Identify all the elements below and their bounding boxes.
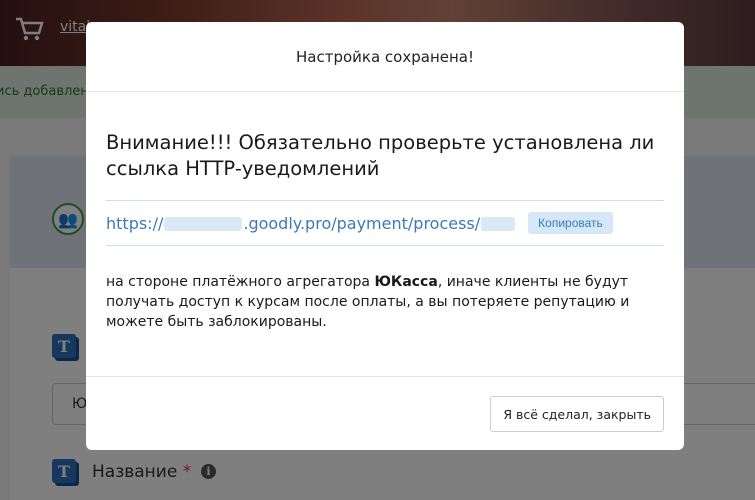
url-prefix: https://	[106, 213, 164, 233]
redacted-subdomain	[164, 217, 243, 231]
notice-text: на стороне платёжного агрегатора ЮКасса,…	[106, 272, 664, 332]
notice-before: на стороне платёжного агрегатора	[106, 274, 375, 290]
modal-footer: Я всё сделал, закрыть	[86, 376, 684, 450]
modal-body: Внимание!!! Обязательно проверьте устано…	[86, 130, 684, 332]
copy-button[interactable]: Копировать	[528, 212, 613, 234]
notice-brand: ЮКасса	[374, 274, 438, 290]
url-domain-path: .goodly.pro/payment/process/	[243, 213, 481, 233]
close-modal-button[interactable]: Я всё сделал, закрыть	[490, 396, 664, 432]
settings-saved-modal: Настройка сохранена! Внимание!!! Обязате…	[86, 22, 684, 450]
modal-title: Настройка сохранена!	[296, 47, 474, 66]
modal-header: Настройка сохранена!	[86, 22, 684, 92]
notification-url-box: https:// .goodly.pro/payment/process/ Коп…	[106, 200, 664, 246]
redacted-id	[481, 217, 516, 231]
warning-text: Внимание!!! Обязательно проверьте устано…	[106, 131, 655, 180]
notification-url[interactable]: https:// .goodly.pro/payment/process/	[106, 214, 516, 233]
